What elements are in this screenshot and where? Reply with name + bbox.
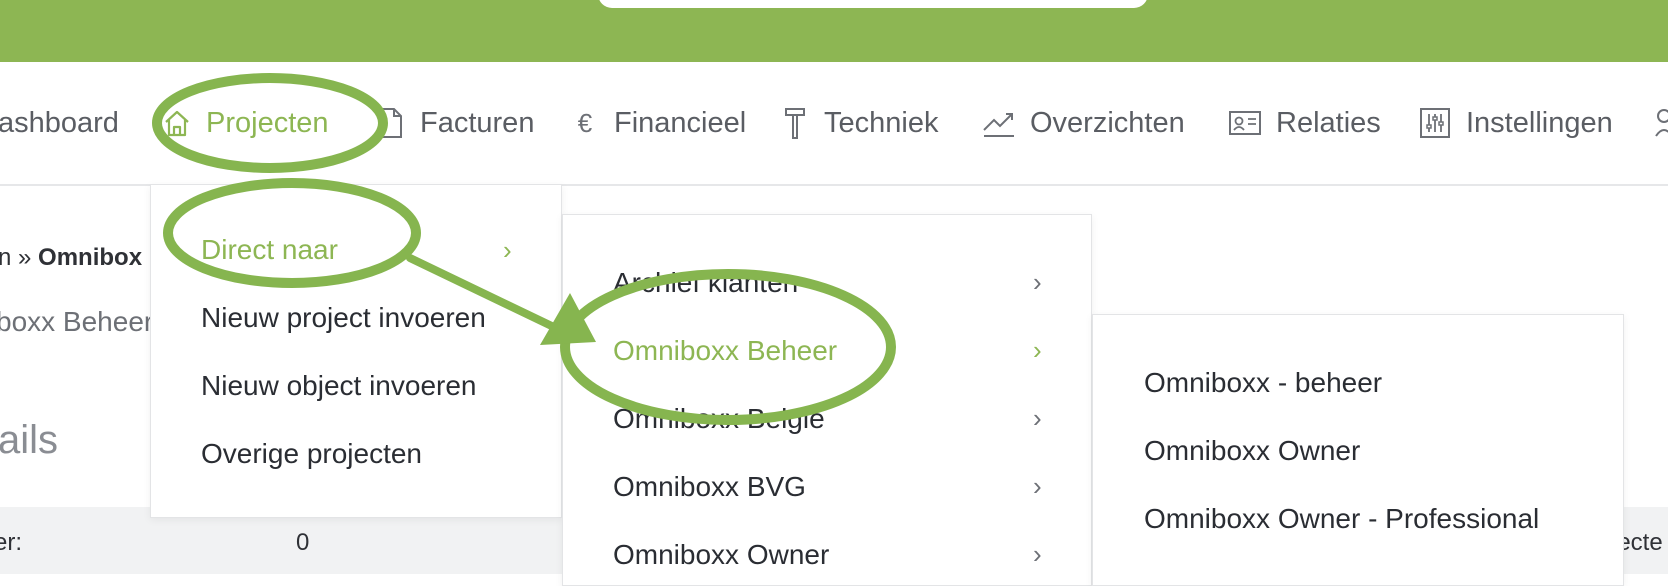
menu-item-omniboxx-owner[interactable]: Omniboxx Owner [613, 535, 829, 575]
nav-item-label: Techniek [824, 106, 939, 139]
menu-item-omniboxx-beheer-sub[interactable]: Omniboxx - beheer [1144, 363, 1382, 403]
chart-line-icon [982, 106, 1016, 140]
nav-item-label: Relaties [1276, 106, 1381, 139]
nav-item-label: Projecten [206, 106, 329, 139]
home-icon [162, 106, 192, 140]
chevron-right-icon: › [1033, 335, 1042, 365]
nav-item-label: Facturen [420, 106, 535, 139]
search-input[interactable] [598, 0, 1148, 8]
chevron-right-icon: › [1033, 403, 1042, 433]
menu-item-nieuw-object[interactable]: Nieuw object invoeren [201, 366, 477, 406]
breadcrumb: n » Omnibox [0, 244, 142, 272]
nav-item-financieel[interactable]: € Financieel [570, 103, 746, 143]
breadcrumb-current[interactable]: Omnibox [38, 244, 142, 271]
menu-item-omniboxx-owner-professional[interactable]: Omniboxx Owner - Professional [1144, 499, 1539, 539]
nav-item-label: Overzichten [1030, 106, 1185, 139]
detail-value: 0 [296, 529, 310, 556]
nav-item-dashboard[interactable]: ashboard [0, 103, 119, 143]
hammer-icon [780, 106, 810, 140]
menu-item-archief-klanten[interactable]: Archief klanten [613, 263, 798, 303]
menu-item-nieuw-project[interactable]: Nieuw project invoeren [201, 298, 486, 338]
breadcrumb-prefix: n » [0, 244, 39, 271]
menu-item-omniboxx-belgie[interactable]: Omniboxx Belgie [613, 399, 825, 439]
projecten-dropdown-menu: Direct naar › Nieuw project invoeren Nie… [150, 184, 562, 518]
nav-item-facturen[interactable]: Facturen [376, 103, 534, 143]
nav-item-overzichten[interactable]: Overzichten [982, 103, 1185, 143]
direct-naar-submenu: Archief klanten › Omniboxx Beheer › Omni… [562, 214, 1092, 586]
chevron-right-icon: › [1033, 539, 1042, 569]
chevron-right-icon: › [1033, 267, 1042, 297]
nav-item-label: Financieel [614, 106, 747, 139]
nav-item-label: Instellingen [1466, 106, 1613, 139]
menu-item-omniboxx-owner-sub[interactable]: Omniboxx Owner [1144, 431, 1360, 471]
menu-item-overige-projecten[interactable]: Overige projecten [201, 434, 422, 474]
contact-card-icon [1228, 106, 1262, 140]
user-icon[interactable] [1654, 103, 1668, 143]
omniboxx-beheer-submenu: Omniboxx - beheer Omniboxx Owner Omnibox… [1092, 314, 1624, 586]
sliders-icon [1418, 106, 1452, 140]
menu-item-direct-naar[interactable]: Direct naar [201, 230, 338, 270]
page-subtitle: boxx Beheer [0, 306, 154, 337]
document-icon [376, 106, 406, 140]
menu-item-omniboxx-beheer[interactable]: Omniboxx Beheer [613, 331, 837, 371]
nav-item-instellingen[interactable]: Instellingen [1418, 103, 1613, 143]
nav-item-label: ashboard [0, 106, 119, 139]
top-bar [0, 0, 1668, 62]
chevron-right-icon: › [503, 235, 512, 265]
nav-item-techniek[interactable]: Techniek [780, 103, 938, 143]
chevron-right-icon: › [1033, 471, 1042, 501]
nav-item-projecten[interactable]: Projecten [162, 103, 329, 143]
euro-icon: € [577, 107, 593, 138]
menu-item-omniboxx-bvg[interactable]: Omniboxx BVG [613, 467, 806, 507]
nav-item-relaties[interactable]: Relaties [1228, 103, 1381, 143]
detail-label: er: [0, 529, 23, 556]
section-title: ails [0, 418, 59, 462]
